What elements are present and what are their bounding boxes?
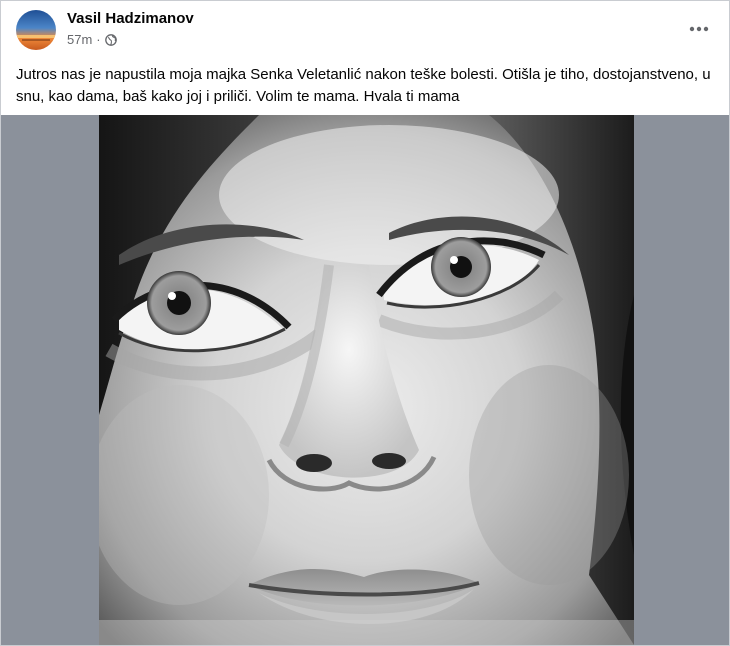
- more-options-button[interactable]: [681, 11, 717, 47]
- meta-separator: ·: [96, 32, 101, 47]
- post-header: Vasil Hadzimanov 57m ·: [1, 1, 729, 57]
- facebook-post: Vasil Hadzimanov 57m · Jutros nas je nap…: [0, 0, 730, 646]
- more-horizontal-icon: [689, 26, 709, 32]
- post-photo-container[interactable]: [1, 115, 729, 645]
- avatar-image: [16, 10, 56, 50]
- author-avatar[interactable]: [16, 10, 56, 50]
- post-meta: 57m ·: [67, 32, 194, 48]
- post-photo: [99, 115, 634, 645]
- author-name[interactable]: Vasil Hadzimanov: [67, 9, 194, 29]
- author-block: Vasil Hadzimanov 57m ·: [67, 9, 194, 48]
- post-timestamp[interactable]: 57m: [67, 32, 92, 48]
- post-text: Jutros nas je napustila moja majka Senka…: [16, 66, 711, 105]
- globe-icon[interactable]: [104, 34, 117, 46]
